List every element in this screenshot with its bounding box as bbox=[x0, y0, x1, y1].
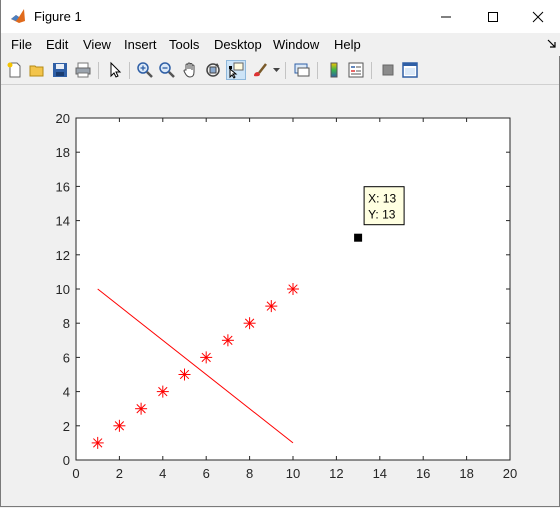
menu-edit[interactable]: Edit bbox=[46, 37, 68, 52]
title-bar[interactable]: Figure 1 bbox=[1, 0, 560, 33]
figure-window: Figure 1 File Edit View Insert Tools Des… bbox=[0, 0, 560, 507]
window-title: Figure 1 bbox=[34, 9, 82, 24]
maximize-icon bbox=[488, 11, 498, 22]
data-cursor-icon[interactable] bbox=[226, 60, 246, 80]
open-file-icon[interactable] bbox=[28, 61, 46, 79]
menu-bar: File Edit View Insert Tools Desktop Wind… bbox=[1, 33, 560, 56]
asterisk-marker[interactable] bbox=[243, 317, 256, 330]
save-icon[interactable] bbox=[51, 61, 69, 79]
x-tick-label: 10 bbox=[286, 466, 300, 481]
y-tick-label: 18 bbox=[56, 145, 70, 160]
x-tick-label: 12 bbox=[329, 466, 343, 481]
asterisk-marker[interactable] bbox=[221, 334, 234, 347]
x-tick-label: 16 bbox=[416, 466, 430, 481]
asterisk-marker[interactable] bbox=[265, 300, 278, 313]
asterisk-marker[interactable] bbox=[113, 419, 126, 432]
maximize-button[interactable] bbox=[470, 0, 516, 33]
chevron-down-icon[interactable] bbox=[273, 68, 280, 73]
asterisk-marker[interactable] bbox=[91, 436, 104, 449]
rotate-3d-icon[interactable] bbox=[204, 61, 222, 79]
data-tip-marker[interactable] bbox=[354, 233, 363, 242]
x-tick-label: 14 bbox=[373, 466, 387, 481]
asterisk-marker[interactable] bbox=[178, 368, 191, 381]
toolbar bbox=[1, 57, 559, 85]
hide-plot-tools-icon[interactable] bbox=[379, 61, 397, 79]
link-plot-icon[interactable] bbox=[293, 61, 311, 79]
asterisk-marker[interactable] bbox=[135, 402, 148, 415]
new-figure-icon[interactable] bbox=[6, 61, 24, 79]
menu-view[interactable]: View bbox=[83, 37, 111, 52]
colorbar-icon[interactable] bbox=[325, 61, 343, 79]
x-tick-label: 6 bbox=[203, 466, 210, 481]
y-tick-label: 0 bbox=[63, 453, 70, 468]
close-icon bbox=[532, 11, 544, 22]
matlab-logo-icon bbox=[11, 9, 25, 23]
x-tick-label: 0 bbox=[72, 466, 79, 481]
y-tick-label: 12 bbox=[56, 248, 70, 263]
menu-file[interactable]: File bbox=[11, 37, 32, 52]
zoom-out-icon[interactable] bbox=[158, 61, 176, 79]
plot-svg[interactable]: 0 2 4 6 8 10 12 14 16 18 20 0 2 4 6 8 10 12 14 16 18 20 X: 13… bbox=[1, 85, 559, 505]
y-tick-label: 20 bbox=[56, 111, 70, 126]
toolbar-separator bbox=[371, 62, 372, 79]
x-tick-label: 18 bbox=[459, 466, 473, 481]
toolbar-separator bbox=[98, 62, 99, 79]
close-button[interactable] bbox=[515, 0, 560, 33]
data-tip-y-text: Y: 13 bbox=[368, 208, 396, 222]
dock-arrow-icon[interactable] bbox=[547, 39, 557, 49]
minimize-button[interactable] bbox=[423, 0, 469, 33]
asterisk-marker[interactable] bbox=[156, 385, 169, 398]
toolbar-separator bbox=[129, 62, 130, 79]
x-tick-label: 20 bbox=[503, 466, 517, 481]
show-plot-tools-icon[interactable] bbox=[401, 61, 419, 79]
y-tick-label: 16 bbox=[56, 179, 70, 194]
y-tick-label: 8 bbox=[63, 316, 70, 331]
x-tick-label: 4 bbox=[159, 466, 166, 481]
print-icon[interactable] bbox=[74, 61, 92, 79]
y-tick-label: 6 bbox=[63, 350, 70, 365]
y-tick-label: 14 bbox=[56, 214, 70, 229]
toolbar-separator bbox=[285, 62, 286, 79]
asterisk-marker[interactable] bbox=[287, 283, 299, 295]
x-tick-label: 2 bbox=[116, 466, 123, 481]
asterisk-marker[interactable] bbox=[200, 351, 213, 364]
zoom-in-icon[interactable] bbox=[136, 61, 154, 79]
menu-help[interactable]: Help bbox=[334, 37, 361, 52]
y-tick-label: 2 bbox=[63, 419, 70, 434]
y-tick-label: 10 bbox=[56, 282, 70, 297]
minimize-icon bbox=[441, 16, 451, 17]
menu-window[interactable]: Window bbox=[273, 37, 319, 52]
menu-tools[interactable]: Tools bbox=[169, 37, 199, 52]
menu-insert[interactable]: Insert bbox=[124, 37, 157, 52]
y-tick-label: 4 bbox=[63, 385, 70, 400]
data-tip[interactable]: X: 13 Y: 13 bbox=[363, 186, 405, 226]
data-tip-x-text: X: 13 bbox=[368, 192, 396, 206]
brush-icon[interactable] bbox=[251, 61, 269, 79]
legend-icon[interactable] bbox=[347, 61, 365, 79]
pan-hand-icon[interactable] bbox=[181, 61, 199, 79]
x-tick-label: 8 bbox=[246, 466, 253, 481]
figure-canvas[interactable]: 0 2 4 6 8 10 12 14 16 18 20 0 2 4 6 8 10 12 14 16 18 20 X: 13… bbox=[1, 85, 559, 505]
toolbar-separator bbox=[317, 62, 318, 79]
pointer-icon[interactable] bbox=[106, 61, 124, 79]
menu-desktop[interactable]: Desktop bbox=[214, 37, 262, 52]
